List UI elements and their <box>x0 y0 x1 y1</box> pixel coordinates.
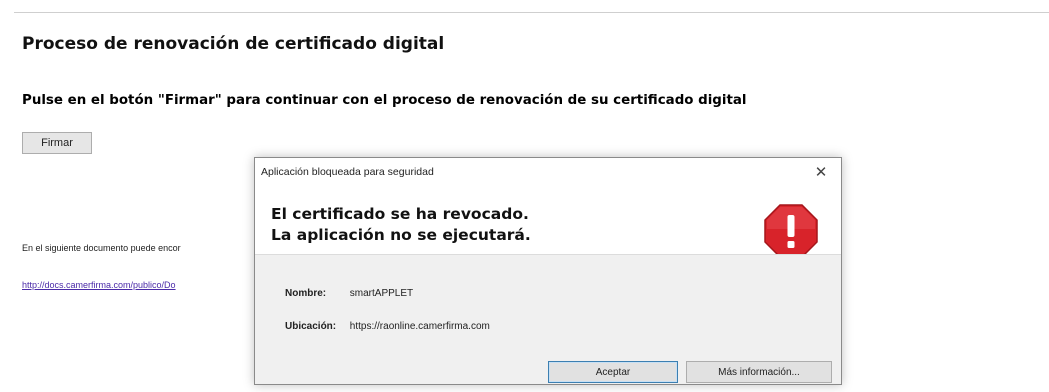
dialog-title: Aplicación bloqueada para seguridad <box>261 166 434 178</box>
top-divider <box>14 12 1049 13</box>
instruction-text: Pulse en el botón "Firmar" para continua… <box>22 93 747 108</box>
dialog-message: El certificado se ha revocado. La aplica… <box>271 204 531 246</box>
name-value: smartAPPLET <box>349 288 414 299</box>
document-link[interactable]: http://docs.camerfirma.com/publico/Do <box>22 280 176 290</box>
close-icon[interactable]: ✕ <box>811 162 831 182</box>
accept-button[interactable]: Aceptar <box>548 361 678 383</box>
location-label: Ubicación: <box>285 321 337 332</box>
name-label: Nombre: <box>285 288 327 299</box>
security-blocked-dialog: Aplicación bloqueada para seguridad ✕ El… <box>254 157 842 385</box>
dialog-message-line1: El certificado se ha revocado. <box>271 205 529 223</box>
more-info-button[interactable]: Más información... <box>686 361 832 383</box>
dialog-details: Nombre: smartAPPLET Ubicación: https://r… <box>255 254 841 384</box>
sign-button[interactable]: Firmar <box>22 132 92 154</box>
page-title: Proceso de renovación de certificado dig… <box>22 34 445 54</box>
location-value: https://raonline.camerfirma.com <box>349 321 490 332</box>
dialog-message-line2: La aplicación no se ejecutará. <box>271 226 531 244</box>
document-info-text: En el siguiente documento puede encor <box>22 243 181 253</box>
dialog-titlebar: Aplicación bloqueada para seguridad ✕ <box>255 158 841 186</box>
location-row: Ubicación: https://raonline.camerfirma.c… <box>285 321 490 332</box>
page: Proceso de renovación de certificado dig… <box>0 0 1049 392</box>
dialog-header: El certificado se ha revocado. La aplica… <box>255 186 841 258</box>
stop-error-icon <box>764 204 818 258</box>
name-row: Nombre: smartAPPLET <box>285 288 413 299</box>
